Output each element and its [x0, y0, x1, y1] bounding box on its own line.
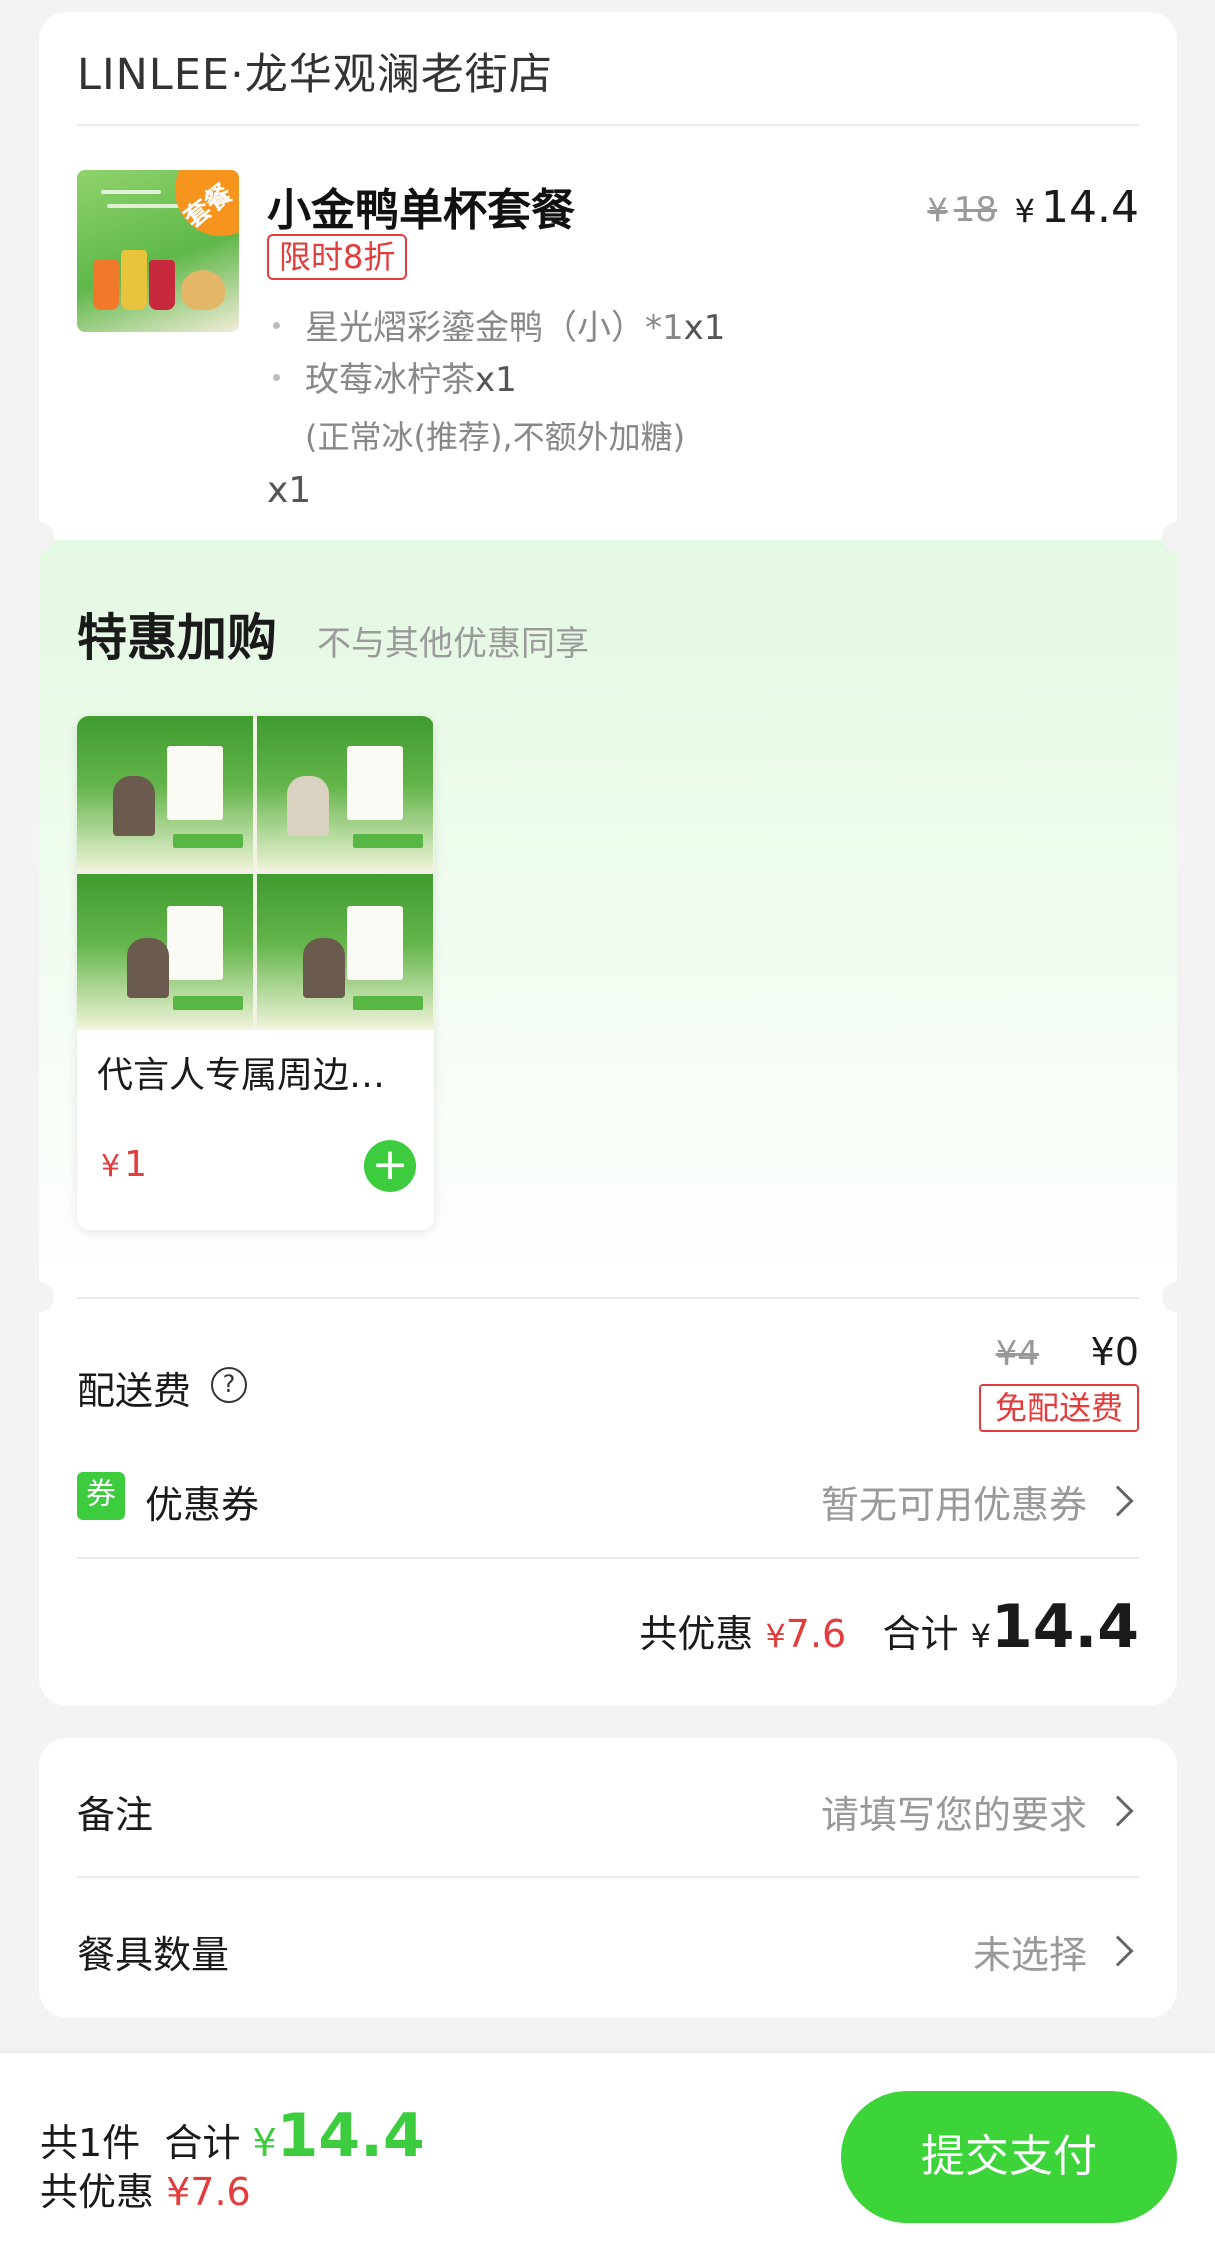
- checkout-bar: 共1件 合计 ¥14.4 共优惠 ¥7.6 提交支付: [0, 2053, 1215, 2259]
- combo-spec: (正常冰(推荐),不额外加糖): [305, 418, 686, 456]
- tableware-select[interactable]: 未选择: [973, 1924, 1087, 1979]
- delivery-fee-label: 配送费: [77, 1369, 192, 1413]
- addon-title: 特惠加购: [77, 609, 277, 667]
- notes-card: 备注 请填写您的要求 餐具数量 未选择: [39, 1738, 1177, 2018]
- ticket-notch: [24, 522, 54, 552]
- order-card: LINLEE·龙华观澜老街店 套餐 小金鸭单杯套餐 限时8折 ¥18 ¥14.4…: [39, 12, 1177, 1706]
- add-item-button[interactable]: +: [364, 1140, 416, 1192]
- chevron-right-icon[interactable]: [1102, 1935, 1134, 1967]
- original-price: ¥18: [927, 190, 997, 230]
- ticket-notch: [1162, 1282, 1192, 1312]
- addon-item-card[interactable]: 代言人专属周边组合 ¥1 +: [77, 716, 434, 1230]
- checkout-page: LINLEE·龙华观澜老街店 套餐 小金鸭单杯套餐 限时8折 ¥18 ¥14.4…: [0, 0, 1215, 2259]
- tableware-label: 餐具数量: [77, 1933, 230, 1977]
- delivery-fee-current: ¥0: [1090, 1330, 1139, 1374]
- store-name: LINLEE·龙华观澜老街店: [77, 50, 553, 100]
- remark-label: 备注: [77, 1793, 154, 1837]
- help-icon[interactable]: ?: [211, 1367, 247, 1403]
- product-image: 套餐: [77, 170, 239, 332]
- ticket-notch: [1162, 522, 1192, 552]
- addon-item-price: ¥1: [101, 1144, 147, 1185]
- order-summary: 共优惠 ¥7.6 合计 ¥14.4: [639, 1592, 1139, 1662]
- remark-input[interactable]: 请填写您的要求: [821, 1784, 1087, 1839]
- submit-payment-button[interactable]: 提交支付: [841, 2091, 1177, 2223]
- addon-section: 特惠加购 不与其他优惠同享 代言人专属周边组合 ¥ 1 +: [39, 540, 1177, 1300]
- product-title: 小金鸭单杯套餐: [267, 185, 575, 236]
- coupon-icon: 券: [77, 1472, 125, 1520]
- coupon-value[interactable]: 暂无可用优惠券: [821, 1474, 1087, 1529]
- product-quantity: x1: [267, 470, 312, 511]
- coupon-label: 优惠券: [145, 1483, 260, 1527]
- current-price: ¥14.4: [1014, 182, 1139, 233]
- divider: [77, 1876, 1139, 1878]
- combo-item: 星光熠彩鎏金鸭（小）*1x1: [273, 300, 725, 349]
- addon-item-name: 代言人专属周边组合: [97, 1055, 417, 1096]
- addon-item-image: [77, 716, 434, 1030]
- addon-subtitle: 不与其他优惠同享: [317, 624, 589, 664]
- divider: [77, 1297, 1139, 1299]
- discount-badge: 限时8折: [267, 234, 408, 280]
- divider: [77, 1557, 1139, 1559]
- ticket-notch: [24, 1282, 54, 1312]
- combo-item: 玫莓冰柠茶x1: [273, 352, 517, 401]
- free-delivery-badge: 免配送费: [978, 1384, 1139, 1432]
- chevron-right-icon[interactable]: [1102, 1795, 1134, 1827]
- delivery-fee-original: ¥4: [995, 1334, 1039, 1374]
- chevron-right-icon[interactable]: [1102, 1485, 1134, 1517]
- bottom-discount: 共优惠 ¥7.6: [40, 2170, 251, 2214]
- divider: [77, 124, 1139, 126]
